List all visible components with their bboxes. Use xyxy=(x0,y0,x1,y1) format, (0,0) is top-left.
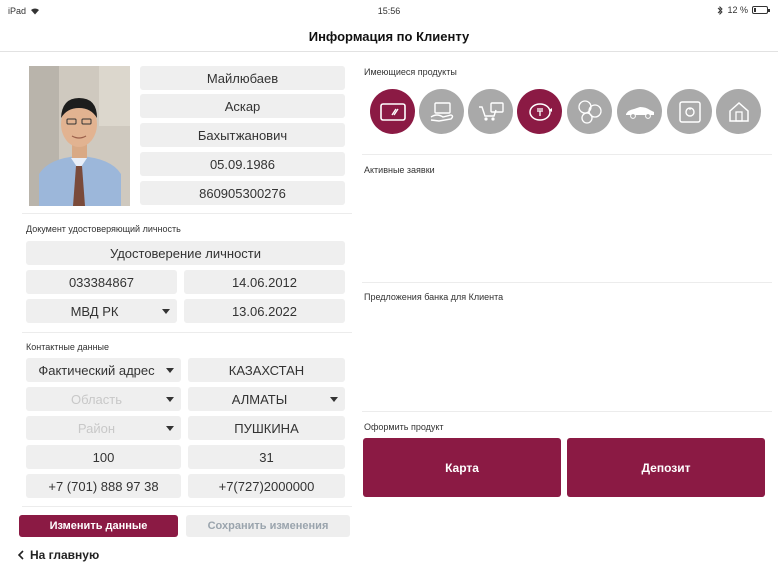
district-placeholder: Район xyxy=(77,420,116,436)
coins-icon xyxy=(577,99,602,124)
product-card[interactable] xyxy=(370,89,415,134)
product-car-loan[interactable] xyxy=(617,89,662,134)
product-mortgage[interactable] xyxy=(716,89,761,134)
district-select[interactable]: Район xyxy=(26,416,181,440)
nav-bar: Информация по Клиенту xyxy=(0,22,778,52)
city-value: АЛМАТЫ xyxy=(231,391,288,407)
issuer-select[interactable]: МВД РК xyxy=(26,299,177,323)
piggy-bank-icon xyxy=(528,102,552,121)
active-requests-label: Активные заявки xyxy=(364,165,435,175)
iin-field[interactable]: 860905300276 xyxy=(140,181,345,205)
address-type-value: Фактический адрес xyxy=(38,362,155,378)
chevron-down-icon xyxy=(162,309,170,314)
offers-label: Предложения банка для Клиента xyxy=(364,292,504,302)
chevron-down-icon xyxy=(166,426,174,431)
divider xyxy=(22,332,352,333)
contacts-section-label: Контактные данные xyxy=(26,342,110,352)
product-safe[interactable] xyxy=(667,89,712,134)
product-currency[interactable] xyxy=(567,89,612,134)
chevron-left-icon xyxy=(18,550,24,560)
divider xyxy=(22,506,352,507)
mobile-phone-field[interactable]: +7 (701) 888 97 38 xyxy=(26,474,181,498)
battery-icon xyxy=(752,6,770,14)
country-field[interactable]: КАЗАХСТАН xyxy=(188,358,345,382)
chevron-down-icon xyxy=(166,368,174,373)
city-select[interactable]: АЛМАТЫ xyxy=(188,387,345,411)
chevron-down-icon xyxy=(166,397,174,402)
back-link[interactable]: На главную xyxy=(18,548,99,562)
battery-percent: 12 % xyxy=(727,5,748,15)
apply-product-label: Оформить продукт xyxy=(364,422,444,432)
cart-card-icon xyxy=(478,101,504,121)
client-photo xyxy=(29,66,130,206)
street-field[interactable]: ПУШКИНА xyxy=(188,416,345,440)
document-number-field[interactable]: 033384867 xyxy=(26,270,177,294)
birth-date-field[interactable]: 05.09.1986 xyxy=(140,152,345,176)
status-time: 15:56 xyxy=(377,6,401,16)
address-type-select[interactable]: Фактический адрес xyxy=(26,358,181,382)
expiry-date-field[interactable]: 13.06.2022 xyxy=(184,299,345,323)
product-cart-card[interactable] xyxy=(468,89,513,134)
edit-data-button[interactable]: Изменить данные xyxy=(19,515,178,537)
document-type-field[interactable]: Удостоверение личности xyxy=(26,241,345,265)
save-changes-button[interactable]: Сохранить изменения xyxy=(186,515,350,537)
document-section-label: Документ удостоверяющий личность xyxy=(26,224,181,234)
car-icon xyxy=(625,106,654,119)
divider xyxy=(362,282,772,283)
issuer-value: МВД РК xyxy=(70,303,119,319)
patronymic-field[interactable]: Бахытжанович xyxy=(140,123,345,147)
issue-date-field[interactable]: 14.06.2012 xyxy=(184,270,345,294)
last-name-field[interactable]: Майлюбаев xyxy=(140,66,345,90)
divider xyxy=(362,411,772,412)
safe-icon xyxy=(678,100,701,123)
region-select[interactable]: Область xyxy=(26,387,181,411)
divider xyxy=(22,213,352,214)
product-deposit[interactable] xyxy=(517,89,562,134)
region-placeholder: Область xyxy=(70,391,123,407)
chevron-down-icon xyxy=(330,397,338,402)
house-field[interactable]: 100 xyxy=(26,445,181,469)
status-bar: iPad 15:56 12 % xyxy=(0,0,778,22)
products-label: Имеющиеся продукты xyxy=(364,67,457,77)
hand-card-icon xyxy=(430,101,453,122)
back-label: На главную xyxy=(30,548,100,562)
product-hand-card[interactable] xyxy=(419,89,464,134)
divider xyxy=(362,154,772,155)
house-icon xyxy=(728,101,749,122)
bluetooth-icon xyxy=(718,5,724,15)
deposit-button[interactable]: Депозит xyxy=(567,438,765,497)
card-icon xyxy=(379,102,406,121)
client-photo-image xyxy=(29,66,130,206)
page-title: Информация по Клиенту xyxy=(308,29,470,44)
home-phone-field[interactable]: +7(727)2000000 xyxy=(188,474,345,498)
apartment-field[interactable]: 31 xyxy=(188,445,345,469)
first-name-field[interactable]: Аскар xyxy=(140,94,345,118)
card-button[interactable]: Карта xyxy=(363,438,561,497)
